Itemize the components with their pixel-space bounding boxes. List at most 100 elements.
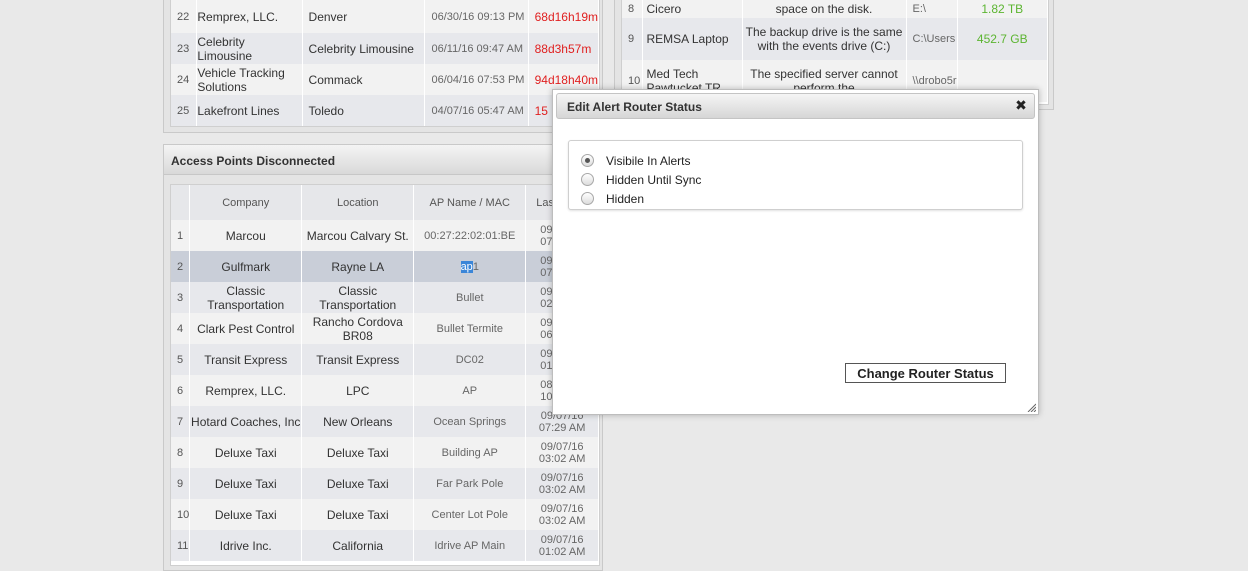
resize-handle-icon[interactable] — [1026, 402, 1036, 412]
row-number: 10 — [171, 499, 191, 530]
row-number: 9 — [622, 18, 643, 60]
message-cell: The backup drive is the same with the ev… — [742, 18, 907, 60]
message-cell: space on the disk. — [742, 0, 907, 18]
name-cell: Cicero — [642, 0, 743, 18]
ap-name-cell: Ocean Springs — [413, 406, 527, 437]
path-cell: E:\ — [906, 0, 958, 18]
location-cell: Toledo — [302, 95, 426, 126]
selected-text: ap — [460, 260, 473, 273]
column-header-location[interactable]: Location — [301, 185, 415, 220]
row-number: 7 — [171, 406, 191, 437]
company-cell: Transit Express — [189, 344, 303, 375]
location-cell: Marcou Calvary St. — [301, 220, 415, 251]
company-cell: Lakefront Lines — [196, 95, 303, 126]
radio-hidden-until-sync[interactable] — [581, 173, 594, 186]
table-row[interactable]: 23 Celebrity Limousine Celebrity Limousi… — [171, 33, 600, 64]
table-row[interactable]: 25 Lakefront Lines Toledo 04/07/16 05:47… — [171, 95, 600, 126]
location-cell: Transit Express — [301, 344, 415, 375]
row-number: 8 — [622, 0, 643, 18]
option-label: Hidden Until Sync — [606, 172, 702, 187]
option-label: Visibile In Alerts — [606, 153, 691, 168]
option-visible-in-alerts[interactable]: Visibile In Alerts — [569, 151, 1022, 170]
row-number: 4 — [171, 313, 191, 344]
location-cell: Denver — [302, 0, 426, 33]
location-cell: Celebrity Limousine — [302, 33, 426, 64]
company-cell: Clark Pest Control — [189, 313, 303, 344]
top-left-table: 22 Remprex, LLC. Denver 06/30/16 09:13 P… — [170, 0, 600, 127]
top-left-panel: 22 Remprex, LLC. Denver 06/30/16 09:13 P… — [163, 0, 603, 133]
table-row[interactable]: 9 REMSA Laptop The backup drive is the s… — [622, 18, 1049, 60]
location-cell: Deluxe Taxi — [301, 499, 415, 530]
company-cell: Gulfmark — [189, 251, 303, 282]
row-number: 9 — [171, 468, 191, 499]
time-cell: 04/07/16 05:47 AM — [424, 95, 529, 126]
row-number: 6 — [171, 375, 191, 406]
company-cell: Marcou — [189, 220, 303, 251]
column-header-ap-name[interactable]: AP Name / MAC — [413, 185, 527, 220]
location-cell: Rayne LA — [301, 251, 415, 282]
row-number: 2 — [171, 251, 191, 282]
table-row[interactable]: 11 Idrive Inc. California Idrive AP Main… — [171, 530, 599, 561]
location-cell: New Orleans — [301, 406, 415, 437]
company-cell: Remprex, LLC. — [189, 375, 303, 406]
location-cell: LPC — [301, 375, 415, 406]
ap-name-cell: Bullet — [413, 282, 527, 313]
ap-name-cell: Building AP — [413, 437, 527, 468]
table-row[interactable]: 8 Deluxe Taxi Deluxe Taxi Building AP 09… — [171, 437, 599, 468]
radio-visible-in-alerts[interactable] — [581, 154, 594, 167]
table-row[interactable]: 7 Hotard Coaches, Inc New Orleans Ocean … — [171, 406, 599, 437]
table-row[interactable]: 8 Cicero space on the disk. E:\ 1.82 TB — [622, 0, 1049, 18]
location-cell: Classic Transportation — [301, 282, 415, 313]
company-cell: Deluxe Taxi — [189, 468, 303, 499]
size-cell: 452.7 GB — [957, 18, 1049, 60]
company-cell: Celebrity Limousine — [196, 33, 303, 64]
table-row[interactable]: 24 Vehicle Tracking Solutions Commack 06… — [171, 64, 600, 95]
close-icon[interactable]: ✖ — [1014, 99, 1028, 113]
last-seen-cell: 09/07/16 03:02 AM — [525, 437, 599, 468]
router-status-options: Visibile In Alerts Hidden Until Sync Hid… — [568, 140, 1023, 210]
access-points-panel: Access Points Disconnected Company Locat… — [163, 144, 603, 571]
row-number: 22 — [171, 0, 198, 33]
company-cell: Hotard Coaches, Inc — [189, 406, 303, 437]
row-number: 8 — [171, 437, 191, 468]
table-row[interactable]: 3 Classic Transportation Classic Transpo… — [171, 282, 599, 313]
option-hidden[interactable]: Hidden — [569, 189, 1022, 208]
name-cell: REMSA Laptop — [642, 18, 743, 60]
column-header-company[interactable]: Company — [189, 185, 303, 220]
location-cell: Deluxe Taxi — [301, 437, 415, 468]
table-row[interactable]: 4 Clark Pest Control Rancho Cordova BR08… — [171, 313, 599, 344]
location-cell: Rancho Cordova BR08 — [301, 313, 415, 344]
table-row[interactable]: 5 Transit Express Transit Express DC02 0… — [171, 344, 599, 375]
location-cell: Deluxe Taxi — [301, 468, 415, 499]
access-points-table: Company Location AP Name / MAC Las 1 Mar… — [170, 184, 600, 566]
path-cell: C:\Users — [906, 18, 958, 60]
edit-alert-router-status-dialog: Edit Alert Router Status ✖ Visibile In A… — [552, 89, 1039, 415]
dialog-titlebar[interactable]: Edit Alert Router Status ✖ — [556, 93, 1035, 119]
table-row[interactable]: 6 Remprex, LLC. LPC AP 08 10 — [171, 375, 599, 406]
ap-name-cell: AP — [413, 375, 527, 406]
ap-name-cell: 00:27:22:02:01:BE — [413, 220, 527, 251]
option-hidden-until-sync[interactable]: Hidden Until Sync — [569, 170, 1022, 189]
ap-name-cell: Idrive AP Main — [413, 530, 527, 561]
table-row[interactable]: 10 Deluxe Taxi Deluxe Taxi Center Lot Po… — [171, 499, 599, 530]
row-number: 11 — [171, 530, 191, 561]
dialog-title: Edit Alert Router Status — [567, 100, 702, 114]
table-row-selected[interactable]: 2 Gulfmark Rayne LA ap1 09 07 — [171, 251, 599, 282]
change-router-status-button[interactable]: Change Router Status — [845, 363, 1006, 383]
company-cell: Deluxe Taxi — [189, 499, 303, 530]
table-row[interactable]: 1 Marcou Marcou Calvary St. 00:27:22:02:… — [171, 220, 599, 251]
ap-name-cell: DC02 — [413, 344, 527, 375]
row-number: 24 — [171, 64, 198, 95]
ap-name-cell: Far Park Pole — [413, 468, 527, 499]
option-label: Hidden — [606, 191, 645, 206]
table-row[interactable]: 9 Deluxe Taxi Deluxe Taxi Far Park Pole … — [171, 468, 599, 499]
table-row[interactable]: 22 Remprex, LLC. Denver 06/30/16 09:13 P… — [171, 0, 600, 33]
radio-hidden[interactable] — [581, 192, 594, 205]
company-cell: Vehicle Tracking Solutions — [196, 64, 303, 95]
row-number: 5 — [171, 344, 191, 375]
location-cell: Commack — [302, 64, 426, 95]
last-seen-cell: 09/07/16 01:02 AM — [525, 530, 599, 561]
ap-name-cell: Bullet Termite — [413, 313, 527, 344]
row-number: 3 — [171, 282, 191, 313]
ap-name-cell: Center Lot Pole — [413, 499, 527, 530]
